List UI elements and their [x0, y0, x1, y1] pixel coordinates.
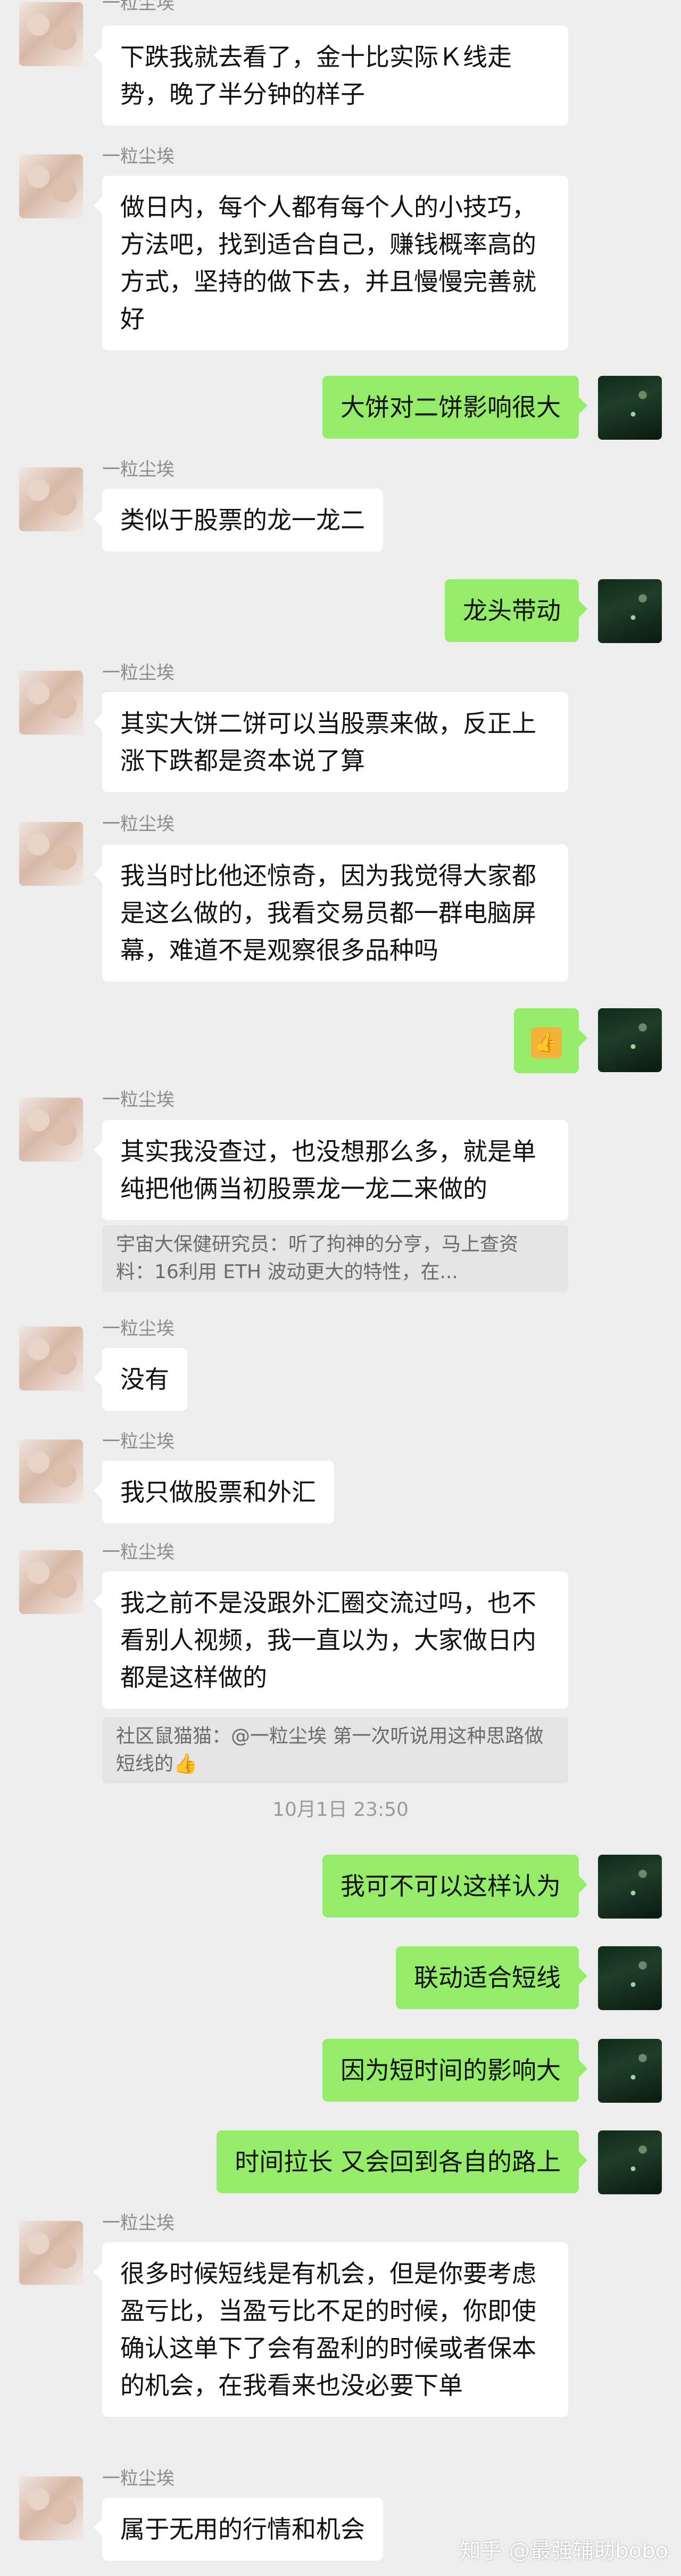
- contact-avatar[interactable]: [19, 2, 83, 66]
- message-bubble[interactable]: 我当时比他还惊奇，因为我觉得大家都是这么做的，我看交易员都一群电脑屏幕，难道不是…: [94, 844, 568, 982]
- message-bubble[interactable]: 时间拉长 又会回到各自的路上: [217, 2130, 587, 2193]
- contact-avatar[interactable]: [19, 822, 83, 886]
- message-bubble[interactable]: 我只做股票和外汇: [94, 1461, 334, 1524]
- quoted-message[interactable]: 宇宙大保健研究员：听了拘神的分亨，马上查资料：16利用 ETH 波动更大的特性，…: [102, 1225, 568, 1291]
- contact-avatar[interactable]: [19, 2476, 83, 2540]
- my-avatar[interactable]: [598, 376, 662, 440]
- chat-area[interactable]: 一粒尘埃 下跌我就去看了，金十比实际Ｋ线走势，晚了半分钟的样子 一粒尘埃 做日内…: [0, 0, 681, 2576]
- contact-avatar[interactable]: [19, 1327, 83, 1390]
- sender-name: 一粒尘埃: [102, 1318, 175, 1339]
- contact-avatar[interactable]: [19, 1098, 83, 1162]
- sender-name: 一粒尘埃: [102, 1542, 175, 1563]
- chat-timestamp: 10月1日 23:50: [272, 1799, 409, 1821]
- sender-name: 一粒尘埃: [102, 459, 175, 480]
- message-bubble[interactable]: 属于无用的行情和机会: [94, 2498, 383, 2561]
- message-bubble[interactable]: 因为短时间的影响大: [322, 2039, 587, 2102]
- contact-avatar[interactable]: [19, 1550, 83, 1614]
- contact-avatar[interactable]: [19, 1439, 83, 1503]
- message-bubble[interactable]: 类似于股票的龙一龙二: [94, 489, 383, 552]
- my-avatar[interactable]: [598, 1855, 662, 1919]
- my-avatar[interactable]: [598, 2130, 662, 2194]
- message-bubble[interactable]: 做日内，每个人都有每个人的小技巧，方法吧，找到适合自己，赚钱概率高的方式，坚持的…: [94, 176, 568, 350]
- sender-name: 一粒尘埃: [102, 2212, 175, 2234]
- sender-name: 一粒尘埃: [102, 146, 175, 167]
- my-avatar[interactable]: [598, 579, 662, 643]
- sender-name: 一粒尘埃: [102, 2468, 175, 2489]
- message-bubble[interactable]: 大饼对二饼影响很大: [322, 376, 587, 439]
- watermark: 知乎 @最强辅助bobo: [459, 2539, 668, 2563]
- sender-name: 一粒尘埃: [102, 0, 175, 14]
- message-bubble[interactable]: 联动适合短线: [396, 1946, 587, 2009]
- sender-name: 一粒尘埃: [102, 813, 175, 835]
- message-bubble[interactable]: 我可不可以这样认为: [322, 1855, 587, 1917]
- contact-avatar[interactable]: [19, 467, 83, 531]
- my-avatar[interactable]: [598, 1946, 662, 2010]
- thumbs-up-icon: 👍: [531, 1027, 562, 1058]
- message-bubble[interactable]: 很多时候短线是有机会，但是你要考虑盈亏比，当盈亏比不足的时候，你即使确认这单下了…: [94, 2242, 568, 2417]
- quoted-message[interactable]: 社区鼠猫猫：@一粒尘埃 第一次听说用这种思路做短线的👍: [102, 1717, 568, 1783]
- message-bubble[interactable]: 👍: [514, 1008, 587, 1073]
- contact-avatar[interactable]: [19, 154, 83, 218]
- contact-avatar[interactable]: [19, 2221, 83, 2285]
- sender-name: 一粒尘埃: [102, 1431, 175, 1452]
- sender-name: 一粒尘埃: [102, 662, 175, 684]
- message-bubble[interactable]: 其实我没查过，也没想那么多，就是单纯把他俩当初股票龙一龙二来做的: [94, 1120, 568, 1220]
- contact-avatar[interactable]: [19, 671, 83, 735]
- message-bubble[interactable]: 龙头带动: [445, 579, 587, 642]
- message-bubble[interactable]: 下跌我就去看了，金十比实际Ｋ线走势，晚了半分钟的样子: [94, 26, 568, 126]
- message-bubble[interactable]: 我之前不是没跟外汇圈交流过吗，也不看别人视频，我一直以为，大家做日内都是这样做的: [94, 1571, 568, 1709]
- my-avatar[interactable]: [598, 1008, 662, 1072]
- sender-name: 一粒尘埃: [102, 1089, 175, 1110]
- my-avatar[interactable]: [598, 2039, 662, 2103]
- message-bubble[interactable]: 其实大饼二饼可以当股票来做，反正上涨下跌都是资本说了算: [94, 692, 568, 792]
- message-bubble[interactable]: 没有: [94, 1348, 187, 1411]
